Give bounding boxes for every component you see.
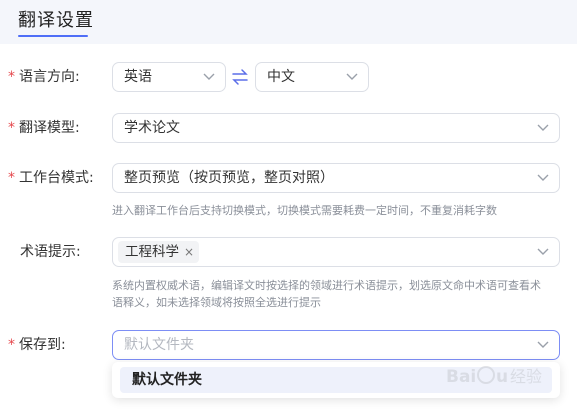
- title-underline: [18, 35, 88, 37]
- page-title: 翻译设置: [18, 10, 94, 31]
- required-mark: *: [8, 337, 15, 353]
- terms-hint-line1: 系统内置权威术语，编辑译文时按选择的领域进行术语提示，划选原文命中术语可查看术: [112, 279, 541, 292]
- workbench-label: * 工作台模式:: [8, 170, 94, 186]
- terms-hint-line2: 语释义，如未选择领域将按照全选进行提示: [112, 296, 321, 309]
- required-mark: *: [8, 120, 15, 136]
- chevron-down-icon: [203, 73, 215, 80]
- baidu-watermark-logo: Bai u 经验: [446, 366, 542, 387]
- model-select[interactable]: 学术论文: [112, 113, 560, 143]
- workbench-mode-select[interactable]: 整页预览（按页预览，整页对照）: [112, 163, 560, 193]
- swap-icon[interactable]: [231, 68, 249, 86]
- save-folder-select[interactable]: 默认文件夹: [112, 330, 560, 360]
- required-mark: *: [8, 170, 15, 186]
- close-icon[interactable]: ×: [184, 241, 194, 263]
- source-language-select[interactable]: 英语: [112, 62, 226, 92]
- terms-label: 术语提示:: [20, 244, 81, 260]
- chevron-down-icon: [537, 124, 549, 131]
- svg-text:u: u: [496, 367, 508, 387]
- source-language-value: 英语: [124, 69, 152, 85]
- svg-text:Bai: Bai: [446, 367, 476, 387]
- workbench-hint: 进入翻译工作台后支持切换模式，切换模式需要耗费一定时间，不重复消耗字数: [112, 204, 497, 217]
- save-label: * 保存到:: [8, 337, 66, 353]
- svg-text:经验: 经验: [510, 367, 542, 386]
- save-folder-placeholder: 默认文件夹: [124, 337, 194, 353]
- chevron-down-icon: [537, 174, 549, 181]
- chevron-down-icon: [537, 248, 549, 255]
- term-tag: 工程科学 ×: [118, 241, 199, 263]
- chevron-down-icon: [346, 73, 358, 80]
- target-language-value: 中文: [267, 69, 295, 85]
- settings-header: 翻译设置: [0, 0, 577, 44]
- direction-label: * 语言方向:: [8, 69, 80, 85]
- required-mark: *: [8, 69, 15, 85]
- model-value: 学术论文: [124, 120, 180, 136]
- term-tag-label: 工程科学: [125, 244, 179, 260]
- workbench-mode-value: 整页预览（按页预览，整页对照）: [124, 170, 334, 186]
- target-language-select[interactable]: 中文: [255, 62, 369, 92]
- model-label: * 翻译模型:: [8, 120, 80, 136]
- chevron-down-icon: [537, 341, 549, 348]
